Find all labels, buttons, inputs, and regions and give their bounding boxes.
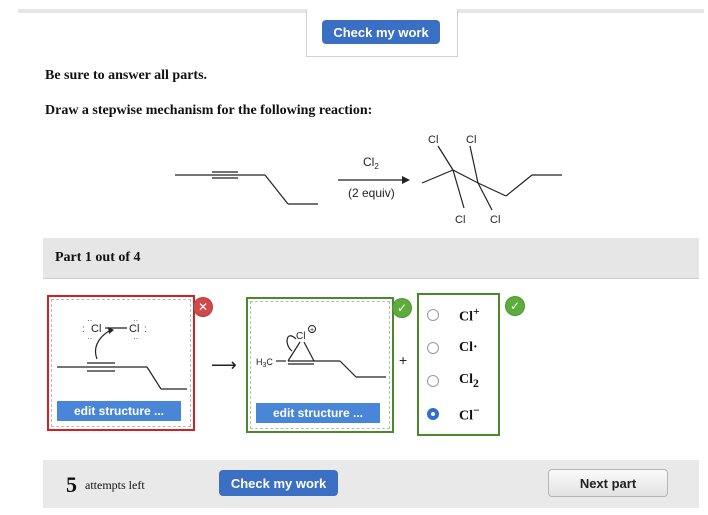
product-cl-bottom-left: Cl xyxy=(455,214,465,226)
radio-cl-cation[interactable] xyxy=(427,309,439,321)
option-cl-radical[interactable]: Cl· xyxy=(427,333,478,363)
structure-box-1[interactable]: Cl Cl ·· ·· ·· ·· : : edit structure ... xyxy=(47,295,195,431)
option-cl-cation[interactable]: Cl+ xyxy=(427,300,480,330)
option-cl2[interactable]: Cl2 xyxy=(427,366,479,396)
reagent-conditions: (2 equiv) xyxy=(348,186,395,200)
radio-cl-radical[interactable] xyxy=(427,342,439,354)
edit-structure-button-2[interactable]: edit structure ... xyxy=(256,403,380,423)
svg-text:··: ·· xyxy=(87,316,92,325)
instruction-parts: Be sure to answer all parts. xyxy=(45,68,208,83)
radio-cl-anion-selected[interactable] xyxy=(427,408,439,420)
svg-text:Cl2: Cl2 xyxy=(363,155,379,171)
product-cl-bottom-right: Cl xyxy=(490,214,500,226)
product-cl-top-left: Cl xyxy=(428,134,438,146)
check-my-work-button-bottom[interactable]: Check my work xyxy=(219,470,338,496)
reaction-arrow: ⟶ xyxy=(211,355,237,376)
option-label-cl-radical: Cl· xyxy=(459,340,478,355)
option-cl-anion[interactable]: Cl− xyxy=(427,399,480,429)
question-prompt: Draw a stepwise mechanism for the follow… xyxy=(45,103,373,118)
option-label-cl-anion: Cl− xyxy=(459,403,480,424)
check-my-work-button-top[interactable]: Check my work xyxy=(322,20,440,44)
correct-check-icon: ✓ xyxy=(392,298,412,318)
structure1-cl-left: Cl xyxy=(91,323,101,335)
svg-text::: : xyxy=(144,324,147,335)
next-part-button[interactable]: Next part xyxy=(548,469,668,497)
option-label-cl2: Cl2 xyxy=(459,372,479,390)
structure-box-2[interactable]: H3C Cl + edit structure ... xyxy=(246,297,394,433)
reaction-scheme: Cl2 (2 equiv) Cl Cl Cl Cl xyxy=(175,134,562,226)
svg-text:H3C: H3C xyxy=(256,357,273,369)
radio-cl2[interactable] xyxy=(427,375,439,387)
attempts-count: 5 xyxy=(66,472,77,497)
svg-text:··: ·· xyxy=(133,334,138,343)
reagent-subscript: 2 xyxy=(374,162,379,171)
options-correct-check-icon: ✓ xyxy=(505,296,525,316)
svg-text:··: ·· xyxy=(133,316,138,325)
product-options-box: Cl+ Cl· Cl2 Cl− xyxy=(417,293,500,436)
option-label-cl-cation: Cl+ xyxy=(459,304,480,325)
reagent-label: Cl xyxy=(363,155,374,169)
attempts-text: attempts left xyxy=(85,478,145,492)
svg-text:+: + xyxy=(310,327,314,334)
incorrect-x-icon: ✕ xyxy=(193,297,213,317)
methyl-c-label: C xyxy=(266,357,273,367)
product-cl-top-right: Cl xyxy=(466,134,476,146)
edit-structure-button-1[interactable]: edit structure ... xyxy=(57,401,181,421)
footer-bar: 5 attempts left Check my work Next part xyxy=(43,460,699,508)
svg-text::: : xyxy=(82,324,85,335)
top-check-panel: Check my work xyxy=(306,9,458,57)
plus-sign: + xyxy=(399,352,408,368)
part-label: Part 1 out of 4 xyxy=(55,250,141,265)
svg-text:··: ·· xyxy=(87,334,92,343)
part-header: Part 1 out of 4 xyxy=(43,238,699,279)
chloronium-cl-label: Cl xyxy=(296,331,305,342)
